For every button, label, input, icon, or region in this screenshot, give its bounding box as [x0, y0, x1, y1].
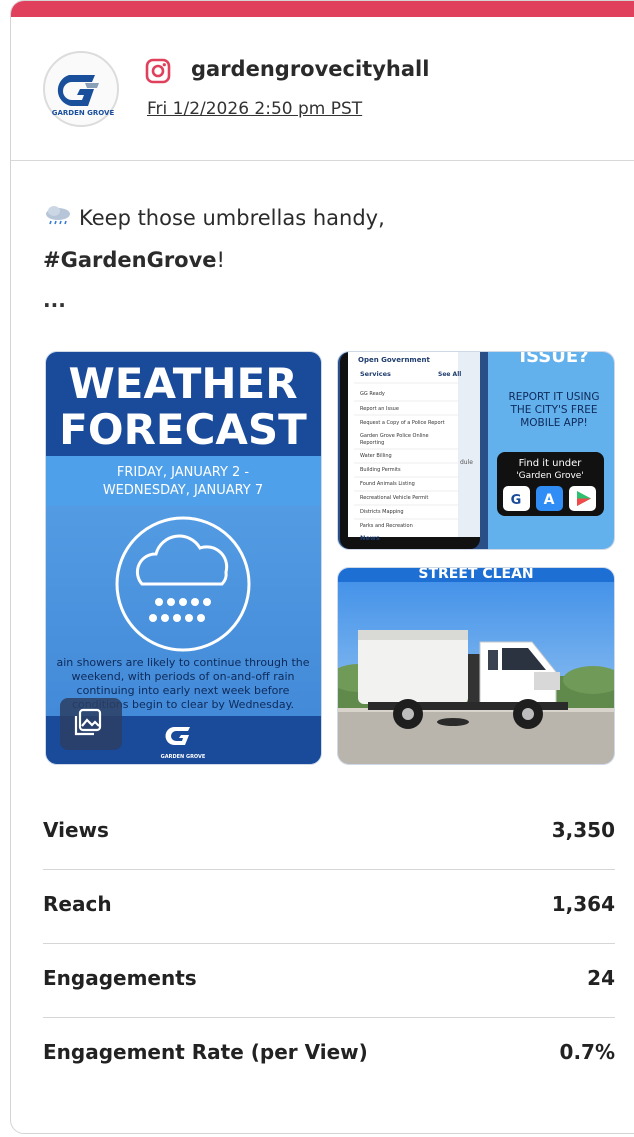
post-text: Keep those umbrellas handy, #GardenGrove… — [43, 197, 603, 281]
app-item-10: Districts Mapping — [360, 509, 404, 515]
app-headline: ISSUE? — [519, 352, 588, 367]
app-promo-1: REPORT IT USING — [508, 391, 599, 403]
app-item-9: Recreational Vehicle Permit — [360, 495, 428, 501]
stats-table: Views 3,350 Reach 1,364 Engagements 24 E… — [43, 796, 615, 1091]
svg-text:A: A — [544, 492, 555, 508]
app-menu-title: Open Government — [358, 356, 430, 364]
rain-cloud-icon — [46, 206, 70, 225]
stat-label: Engagement Rate (per View) — [43, 1040, 368, 1064]
app-news-label: News — [360, 534, 380, 542]
app-item-11: Parks and Recreation — [360, 523, 413, 529]
stat-row-engagement-rate: Engagement Rate (per View) 0.7% — [43, 1018, 615, 1091]
app-find-2: 'Garden Grove' — [516, 471, 584, 481]
post-text-line: Keep those umbrellas handy, — [79, 206, 385, 230]
stat-value: 0.7% — [559, 1040, 615, 1064]
app-services-label: Services — [360, 370, 391, 378]
app-promo-2: THE CITY'S FREE — [509, 404, 597, 416]
app-item-4: Garden Grove Police Online — [360, 433, 429, 439]
app-item-6: Water Billing — [360, 453, 392, 459]
app-item-1: GG Ready — [360, 391, 385, 397]
accent-bar — [11, 1, 634, 17]
svg-text:G: G — [511, 493, 522, 508]
stat-row-reach: Reach 1,364 — [43, 870, 615, 944]
weather-desc-2: weekend, with periods of on-and-off rain — [71, 670, 294, 683]
avatar[interactable]: GARDEN GROVE — [43, 51, 119, 127]
post-header: GARDEN GROVE gardengrovecityhall Fri 1/2… — [11, 17, 634, 161]
hashtag-link[interactable]: #GardenGrove — [43, 248, 217, 272]
garden-grove-logo-icon: GARDEN GROVE — [52, 75, 115, 117]
app-item-7: Building Permits — [360, 467, 401, 473]
app-item-2: Report an Issue — [360, 406, 399, 412]
weather-desc-3: continuing into early next week before — [77, 684, 290, 697]
app-item-3: Request a Copy of a Police Report — [360, 420, 445, 426]
post-card: GARDEN GROVE gardengrovecityhall Fri 1/2… — [10, 0, 634, 1134]
weather-title-1: WEATHER — [68, 359, 297, 408]
post-text-end: ! — [216, 248, 225, 272]
stat-label: Engagements — [43, 966, 197, 990]
stat-row-views: Views 3,350 — [43, 796, 615, 870]
app-side-text: dule — [460, 459, 473, 466]
app-promo-3: MOBILE APP! — [520, 417, 588, 429]
sweeper-banner: STREET CLEAN — [418, 568, 533, 582]
app-find-1: Find it under — [519, 458, 583, 469]
weather-forecast-image[interactable]: WEATHER FORECAST FRIDAY, JANUARY 2 - WED… — [45, 351, 322, 765]
stat-label: Reach — [43, 892, 112, 916]
post-timestamp-link[interactable]: Fri 1/2/2026 2:50 pm PST — [147, 99, 362, 119]
weather-title-2: FORECAST — [59, 405, 307, 454]
stat-label: Views — [43, 818, 109, 842]
stat-row-engagements: Engagements 24 — [43, 944, 615, 1018]
street-sweeper-image[interactable]: STREET CLEAN — [337, 567, 615, 765]
app-item-5: Reporting — [360, 440, 384, 446]
stat-value: 1,364 — [551, 892, 615, 916]
app-see-all: See All — [438, 371, 461, 378]
stat-value: 24 — [587, 966, 615, 990]
stat-value: 3,350 — [551, 818, 615, 842]
weather-dates-2: WEDNESDAY, JANUARY 7 — [103, 483, 263, 498]
app-promo-image[interactable]: Open Government Services See All GG Read… — [337, 351, 615, 550]
instagram-icon — [145, 58, 171, 84]
see-more-link[interactable]: ... — [43, 288, 66, 312]
weather-desc-1: ain showers are likely to continue throu… — [56, 656, 309, 669]
logo-text: GARDEN GROVE — [52, 109, 115, 117]
app-item-8: Found Animals Listing — [360, 481, 415, 487]
account-handle[interactable]: gardengrovecityhall — [191, 57, 429, 81]
weather-footer-logo: GARDEN GROVE — [161, 754, 206, 760]
weather-dates-1: FRIDAY, JANUARY 2 - — [117, 465, 250, 480]
